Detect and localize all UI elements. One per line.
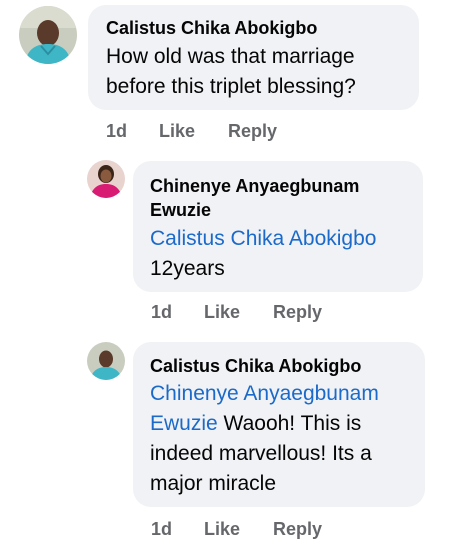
reply-text-segment: Waooh! This is xyxy=(217,412,362,435)
reply-author-line[interactable]: Chinenye Anyaegbunam xyxy=(150,175,359,197)
reply-text-line: Ewuzie Waooh! This is xyxy=(150,410,361,438)
comment-author[interactable]: Calistus Chika Abokigbo xyxy=(106,17,317,39)
reply-text-line: indeed marvellous! Its a xyxy=(150,442,372,465)
reply-button[interactable]: Reply xyxy=(228,121,277,142)
mention-link[interactable]: Ewuzie xyxy=(150,412,218,435)
reply-button[interactable]: Reply xyxy=(273,302,322,323)
reply-timestamp[interactable]: 1d xyxy=(151,302,172,323)
like-button[interactable]: Like xyxy=(159,121,195,142)
reply-timestamp[interactable]: 1d xyxy=(151,519,172,540)
male-avatar-icon xyxy=(19,6,77,64)
reply-avatar[interactable] xyxy=(87,160,125,198)
comment-text-line: How old was that marriage xyxy=(106,45,355,68)
mention-link[interactable]: Chinenye Anyaegbunam xyxy=(150,380,379,408)
comment-text-line: before this triplet blessing? xyxy=(106,75,356,98)
like-button[interactable]: Like xyxy=(204,519,240,540)
reply-bubble: Calistus Chika Abokigbo Chinenye Anyaegb… xyxy=(133,342,425,507)
male-avatar-icon xyxy=(87,342,125,380)
comment-bubble: Calistus Chika Abokigbo How old was that… xyxy=(88,5,419,110)
reply-text-line: major miracle xyxy=(150,472,277,495)
mention-link[interactable]: Calistus Chika Abokigbo xyxy=(150,225,376,253)
reply-bubble: Chinenye Anyaegbunam Ewuzie Calistus Chi… xyxy=(133,161,423,292)
comment-timestamp[interactable]: 1d xyxy=(106,121,127,142)
reply-avatar[interactable] xyxy=(87,342,125,380)
reply-button[interactable]: Reply xyxy=(273,519,322,540)
reply-author[interactable]: Calistus Chika Abokigbo xyxy=(150,355,361,377)
reply-author-line[interactable]: Ewuzie xyxy=(150,199,211,221)
like-button[interactable]: Like xyxy=(204,302,240,323)
commenter-avatar[interactable] xyxy=(19,6,77,64)
reply-text: 12years xyxy=(150,257,225,280)
female-avatar-icon xyxy=(87,160,125,198)
